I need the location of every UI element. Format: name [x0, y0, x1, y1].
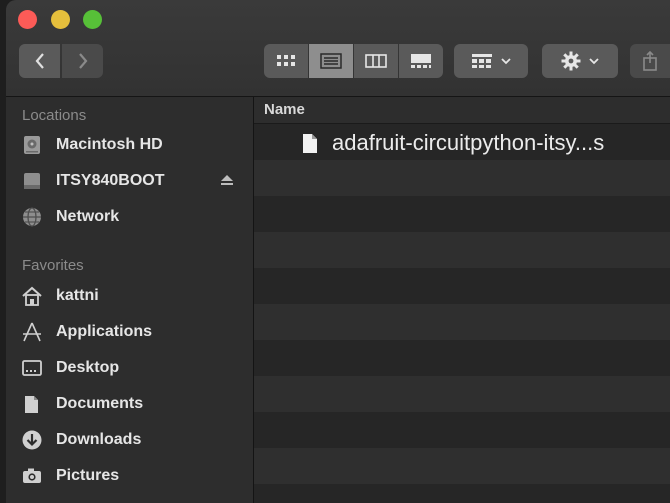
- group-by-dropdown[interactable]: [454, 44, 528, 78]
- sidebar-item-documents[interactable]: Documents: [20, 390, 248, 418]
- column-header-name[interactable]: Name: [264, 101, 305, 118]
- icon-view-icon: [277, 55, 295, 66]
- file-name: adafruit-circuitpython-itsy...s: [332, 130, 605, 155]
- empty-row: [254, 268, 670, 304]
- sidebar-item-network[interactable]: Network: [20, 203, 248, 231]
- sidebar-item-desktop[interactable]: Desktop: [20, 354, 248, 382]
- sidebar-item-label: kattni: [56, 287, 99, 304]
- file-list: Name adafruit-circuitpython-itsy...s: [254, 97, 670, 503]
- list-header: Name: [254, 97, 670, 124]
- navigation-buttons: [19, 44, 103, 78]
- empty-row: [254, 232, 670, 268]
- empty-row: [254, 340, 670, 376]
- gear-icon: [561, 51, 581, 71]
- camera-icon: [20, 464, 44, 488]
- empty-row: [254, 448, 670, 484]
- sidebar-item-itsy840boot[interactable]: ITSY840BOOT: [20, 167, 248, 195]
- empty-row: [254, 196, 670, 232]
- chevron-down-icon: [501, 58, 511, 65]
- sidebar-item-label: ITSY840BOOT: [56, 172, 165, 189]
- share-icon: [643, 51, 657, 71]
- downloads-icon: [20, 428, 44, 452]
- sidebar-item-label: Pictures: [56, 467, 120, 484]
- finder-window: Locations Macintosh HD ITSY840BOOT Netwo…: [6, 0, 670, 503]
- column-view-button[interactable]: [354, 44, 398, 78]
- group-grid-icon: [472, 54, 492, 68]
- sidebar-item-downloads[interactable]: Downloads: [20, 426, 248, 454]
- sidebar: Locations Macintosh HD ITSY840BOOT Netwo…: [6, 97, 254, 503]
- sidebar-section-favorites: Favorites: [22, 257, 84, 274]
- view-mode-selector: [264, 44, 443, 78]
- desktop-icon: [20, 356, 44, 380]
- empty-row: [254, 160, 670, 196]
- sidebar-item-label: Applications: [56, 323, 153, 340]
- file-entry[interactable]: adafruit-circuitpython-itsy...s: [302, 130, 604, 156]
- chevron-down-icon: [589, 58, 599, 65]
- sidebar-item-label: Desktop: [56, 359, 120, 376]
- action-menu-button[interactable]: [542, 44, 618, 78]
- empty-row: [254, 304, 670, 340]
- sidebar-item-kattni[interactable]: kattni: [20, 282, 248, 310]
- sidebar-item-applications[interactable]: Applications: [20, 318, 248, 346]
- zoom-button[interactable]: [83, 10, 102, 29]
- external-drive-icon: [20, 169, 44, 193]
- documents-icon: [20, 392, 44, 416]
- column-view-icon: [365, 54, 387, 68]
- sidebar-item-label: Macintosh HD: [56, 136, 163, 153]
- gallery-view-button[interactable]: [399, 44, 443, 78]
- toolbar: [6, 0, 670, 97]
- globe-icon: [20, 205, 44, 229]
- back-button[interactable]: [19, 44, 60, 78]
- close-button[interactable]: [18, 10, 37, 29]
- sidebar-item-label: Downloads: [56, 431, 142, 448]
- applications-icon: [20, 320, 44, 344]
- list-view-icon: [320, 53, 342, 69]
- sidebar-item-pictures[interactable]: Pictures: [20, 462, 248, 490]
- document-icon: [303, 133, 317, 153]
- sidebar-section-locations: Locations: [22, 107, 87, 124]
- sidebar-item-label: Documents: [56, 395, 144, 412]
- gallery-view-icon: [411, 54, 431, 68]
- home-icon: [20, 284, 44, 308]
- sidebar-item-macintosh-hd[interactable]: Macintosh HD: [20, 131, 248, 159]
- forward-button[interactable]: [62, 44, 103, 78]
- sidebar-item-label: Network: [56, 208, 120, 225]
- chevron-right-icon: [78, 53, 87, 69]
- empty-row: [254, 412, 670, 448]
- chevron-left-icon: [35, 53, 44, 69]
- icon-view-button[interactable]: [264, 44, 308, 78]
- empty-row: [254, 376, 670, 412]
- eject-icon[interactable]: [220, 173, 234, 191]
- empty-row: [254, 484, 670, 503]
- list-row-file[interactable]: adafruit-circuitpython-itsy...s: [254, 124, 670, 160]
- list-view-button[interactable]: [309, 44, 353, 78]
- minimize-button[interactable]: [51, 10, 70, 29]
- hard-drive-icon: [20, 133, 44, 157]
- share-button[interactable]: [630, 44, 670, 78]
